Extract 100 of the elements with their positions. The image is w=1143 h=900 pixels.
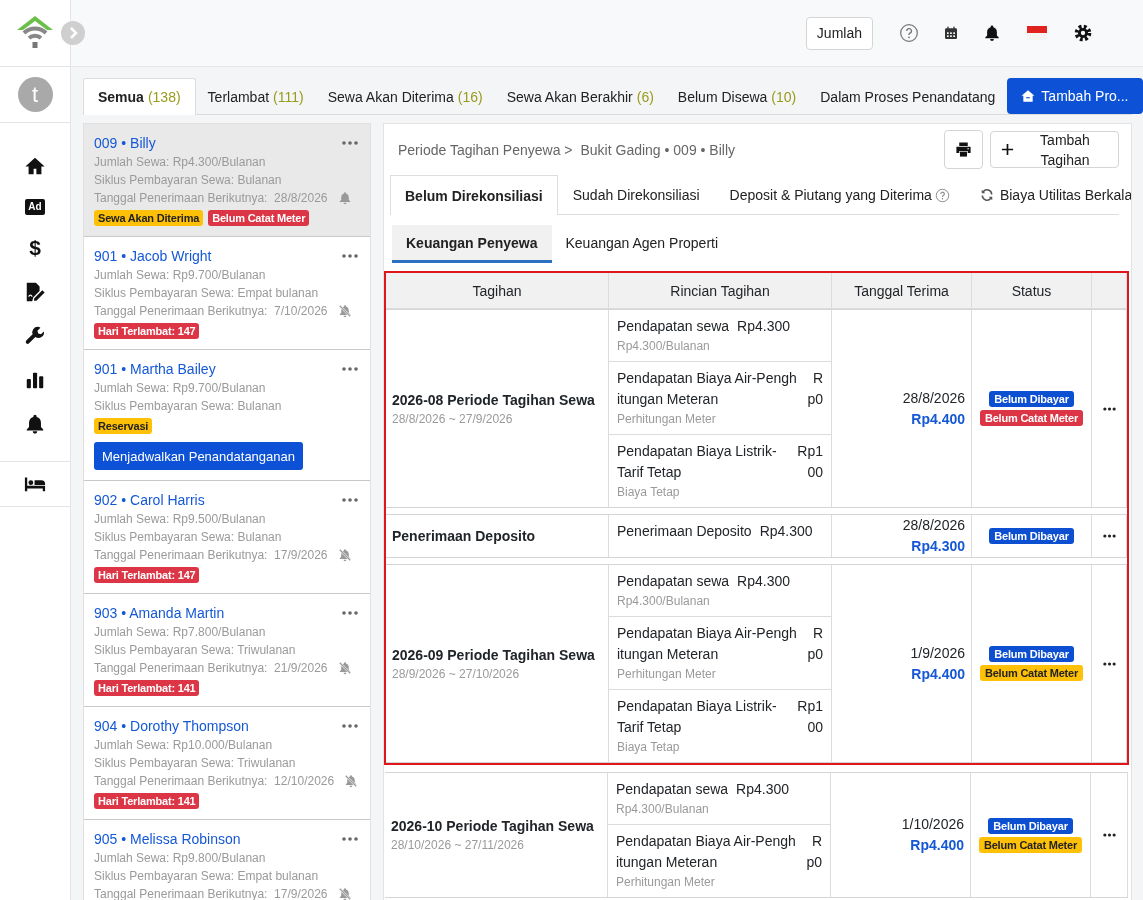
status-tab[interactable]: Dalam Proses Penandatang bbox=[808, 78, 1008, 114]
status-badge: Belum Dibayar bbox=[989, 528, 1074, 544]
status-badge: Belum Dibayar bbox=[989, 646, 1074, 662]
column-header: Tanggal Terima bbox=[832, 273, 972, 309]
charge-amount: Rp4.300 bbox=[759, 522, 813, 541]
status-tab[interactable]: Sewa Akan Berakhir (6) bbox=[494, 78, 666, 114]
charge-note: Rp4.300/Bulanan bbox=[617, 593, 711, 610]
dollar-icon[interactable]: $ bbox=[29, 237, 41, 259]
bell-slash-icon[interactable] bbox=[337, 887, 352, 900]
charge-amount: Rp100 bbox=[796, 697, 823, 737]
status-tab[interactable]: Terlambat (111) bbox=[195, 78, 316, 114]
charge-amount: Rp100 bbox=[796, 442, 823, 482]
bell-slash-icon[interactable] bbox=[337, 548, 352, 562]
finance-subtab[interactable]: Keuangan Penyewa bbox=[392, 225, 552, 263]
flag-icon[interactable] bbox=[1027, 26, 1047, 40]
tenant-name-link[interactable]: 901 • Jacob Wright bbox=[94, 246, 212, 266]
tenant-card[interactable]: 009 • Billy Jumlah Sewa: Rp4.300/Bulanan Siklus Pembayaran Sewa: Bulanan Tanggal Penerimaan Berikutnya: 28/8/2026 Sewa Akan Diterima Belum Catat Meter bbox=[84, 124, 370, 237]
status-tag: Reservasi bbox=[94, 418, 153, 434]
next-date: Tanggal Penerimaan Berikutnya: 12/10/2026 bbox=[94, 773, 335, 790]
tenant-detail: Siklus Pembayaran Sewa: Empat bulanan bbox=[94, 285, 319, 302]
settings-icon[interactable] bbox=[1073, 23, 1093, 43]
more-icon[interactable] bbox=[1102, 661, 1116, 666]
plus-icon bbox=[1001, 143, 1014, 156]
breadcrumb-current: Bukit Gading • 009 • Billy bbox=[580, 141, 736, 158]
charge-note: Rp4.300/Bulanan bbox=[616, 801, 710, 818]
help-icon bbox=[934, 187, 950, 203]
status-tag: Hari Terlambat: 147 bbox=[94, 567, 200, 583]
charge-amount: Rp0 bbox=[806, 369, 823, 409]
column-header: Rincian Tagihan bbox=[609, 273, 832, 309]
bill-amount: Rp4.400 bbox=[911, 409, 965, 429]
charge-amount: Rp4.300 bbox=[737, 572, 791, 591]
status-badge: Belum Catat Meter bbox=[979, 665, 1084, 681]
bell-icon[interactable] bbox=[24, 413, 46, 435]
status-tag: Hari Terlambat: 147 bbox=[94, 323, 200, 339]
tenant-detail: Jumlah Sewa: Rp10.000/Bulanan bbox=[94, 737, 273, 754]
next-date: Tanggal Penerimaan Berikutnya: 21/9/2026 bbox=[94, 660, 328, 677]
charge-note: Perhitungan Meter bbox=[616, 874, 716, 891]
reconciliation-tab[interactable]: Sudah Direkonsiliasi bbox=[557, 175, 715, 214]
bill-title: 2026-09 Periode Tagihan Sewa bbox=[392, 645, 596, 665]
wrench-icon[interactable] bbox=[24, 325, 46, 347]
bill-title: 2026-10 Periode Tagihan Sewa bbox=[391, 817, 595, 836]
tenant-name-link[interactable]: 009 • Billy bbox=[94, 133, 156, 153]
help-icon[interactable] bbox=[899, 23, 919, 43]
status-tag: Hari Terlambat: 141 bbox=[94, 793, 200, 809]
status-tab[interactable]: Sewa Akan Diterima (16) bbox=[315, 78, 495, 114]
bill-amount: Rp4.400 bbox=[910, 836, 964, 855]
count-button[interactable]: Jumlah bbox=[805, 16, 873, 50]
tenant-detail: Siklus Pembayaran Sewa: Triwulanan bbox=[94, 642, 296, 659]
bell-slash-icon[interactable] bbox=[337, 661, 352, 675]
status-tab[interactable]: Belum Disewa (10) bbox=[665, 78, 809, 114]
tenant-detail: Jumlah Sewa: Rp7.800/Bulanan bbox=[94, 624, 266, 641]
tenant-detail: Siklus Pembayaran Sewa: Bulanan bbox=[94, 172, 282, 189]
home-icon[interactable] bbox=[24, 155, 46, 177]
bell-icon[interactable] bbox=[983, 24, 1001, 42]
received-date: 28/8/2026 bbox=[902, 388, 965, 408]
bill-period: 28/10/2026 ~ 27/11/2026 bbox=[391, 837, 525, 854]
received-date: 1/10/2026 bbox=[901, 815, 964, 834]
reconciliation-tab[interactable]: Deposit & Piutang yang Diterima bbox=[714, 175, 965, 214]
status-badge: Belum Dibayar bbox=[988, 817, 1073, 834]
charge-label: Pendapatan sewa bbox=[616, 780, 729, 799]
next-date: Tanggal Penerimaan Berikutnya: 7/10/2026 bbox=[94, 303, 328, 320]
tenant-detail: Siklus Pembayaran Sewa: Empat bulanan bbox=[94, 868, 319, 885]
bill-period: 28/9/2026 ~ 27/10/2026 bbox=[392, 665, 521, 683]
more-icon[interactable] bbox=[1102, 833, 1116, 837]
status-badge: Belum Catat Meter bbox=[979, 410, 1084, 426]
more-icon[interactable] bbox=[1102, 406, 1116, 411]
schedule-signing-button[interactable]: Menjadwalkan Penandatanganan bbox=[94, 442, 303, 470]
charge-note: Perhitungan Meter bbox=[617, 411, 717, 428]
next-date: Tanggal Penerimaan Berikutnya: 17/9/2026 bbox=[94, 886, 328, 900]
bill-period: 28/8/2026 ~ 27/9/2026 bbox=[392, 410, 514, 428]
charge-label: Pendapatan Biaya Listrik-Tarif Tetap bbox=[617, 697, 778, 737]
bell-slash-icon[interactable] bbox=[337, 304, 352, 318]
reconciliation-tab[interactable]: Belum Direkonsiliasi bbox=[390, 175, 558, 215]
add-property-button[interactable]: Tambah Pro... bbox=[1007, 78, 1143, 114]
more-icon[interactable] bbox=[1102, 534, 1116, 538]
charge-note: Biaya Tetap bbox=[617, 484, 681, 501]
charge-label: Pendapatan Biaya Air-Penghitungan Meteran bbox=[617, 369, 798, 409]
status-tab[interactable]: Semua (138) bbox=[83, 78, 196, 115]
tenant-name-link[interactable]: 903 • Amanda Martin bbox=[94, 603, 225, 623]
add-bill-button[interactable]: Tambah Tagihan bbox=[990, 131, 1119, 168]
contract-pen-icon[interactable] bbox=[24, 281, 46, 303]
status-badge: Belum Dibayar bbox=[989, 391, 1074, 407]
print-button[interactable] bbox=[944, 130, 983, 169]
tenant-detail: Jumlah Sewa: Rp9.700/Bulanan bbox=[94, 380, 266, 397]
charge-label: Pendapatan sewa bbox=[617, 572, 730, 591]
finance-subtab[interactable]: Keuangan Agen Properti bbox=[551, 225, 733, 263]
tenant-name-link[interactable]: 905 • Melissa Robinson bbox=[94, 829, 241, 849]
charge-label: Pendapatan Biaya Listrik-Tarif Tetap bbox=[617, 442, 778, 482]
tenant-name-link[interactable]: 902 • Carol Harris bbox=[94, 490, 205, 510]
house-icon bbox=[1021, 89, 1036, 103]
charge-note: Rp4.300/Bulanan bbox=[617, 338, 711, 355]
tenant-name-link[interactable]: 901 • Martha Bailey bbox=[94, 359, 216, 379]
breadcrumb-link[interactable]: Periode Tagihan Penyewa > bbox=[398, 141, 573, 158]
charge-note: Perhitungan Meter bbox=[617, 666, 717, 683]
tenant-name-link[interactable]: 904 • Dorothy Thompson bbox=[94, 716, 249, 736]
ad-icon[interactable]: Ad bbox=[25, 199, 45, 215]
tenant-detail: Jumlah Sewa: Rp9.800/Bulanan bbox=[94, 850, 266, 867]
status-tag: Hari Terlambat: 141 bbox=[94, 680, 200, 696]
calendar-icon[interactable] bbox=[943, 25, 959, 41]
tenant-detail: Jumlah Sewa: Rp9.700/Bulanan bbox=[94, 267, 266, 284]
